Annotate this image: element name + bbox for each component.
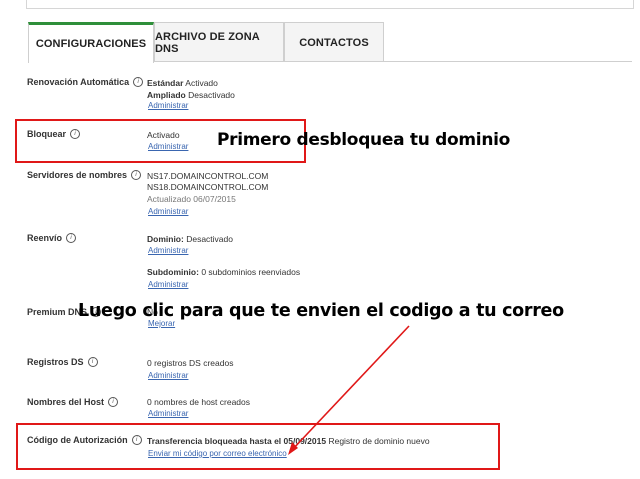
tab-configuraciones[interactable]: CONFIGURACIONES bbox=[28, 22, 154, 63]
arrow-annotation bbox=[288, 325, 410, 455]
annotation-second-step: Luego clic para que te envien el codigo … bbox=[78, 301, 564, 321]
annotation-first-step: Primero desbloquea tu dominio bbox=[217, 130, 511, 150]
